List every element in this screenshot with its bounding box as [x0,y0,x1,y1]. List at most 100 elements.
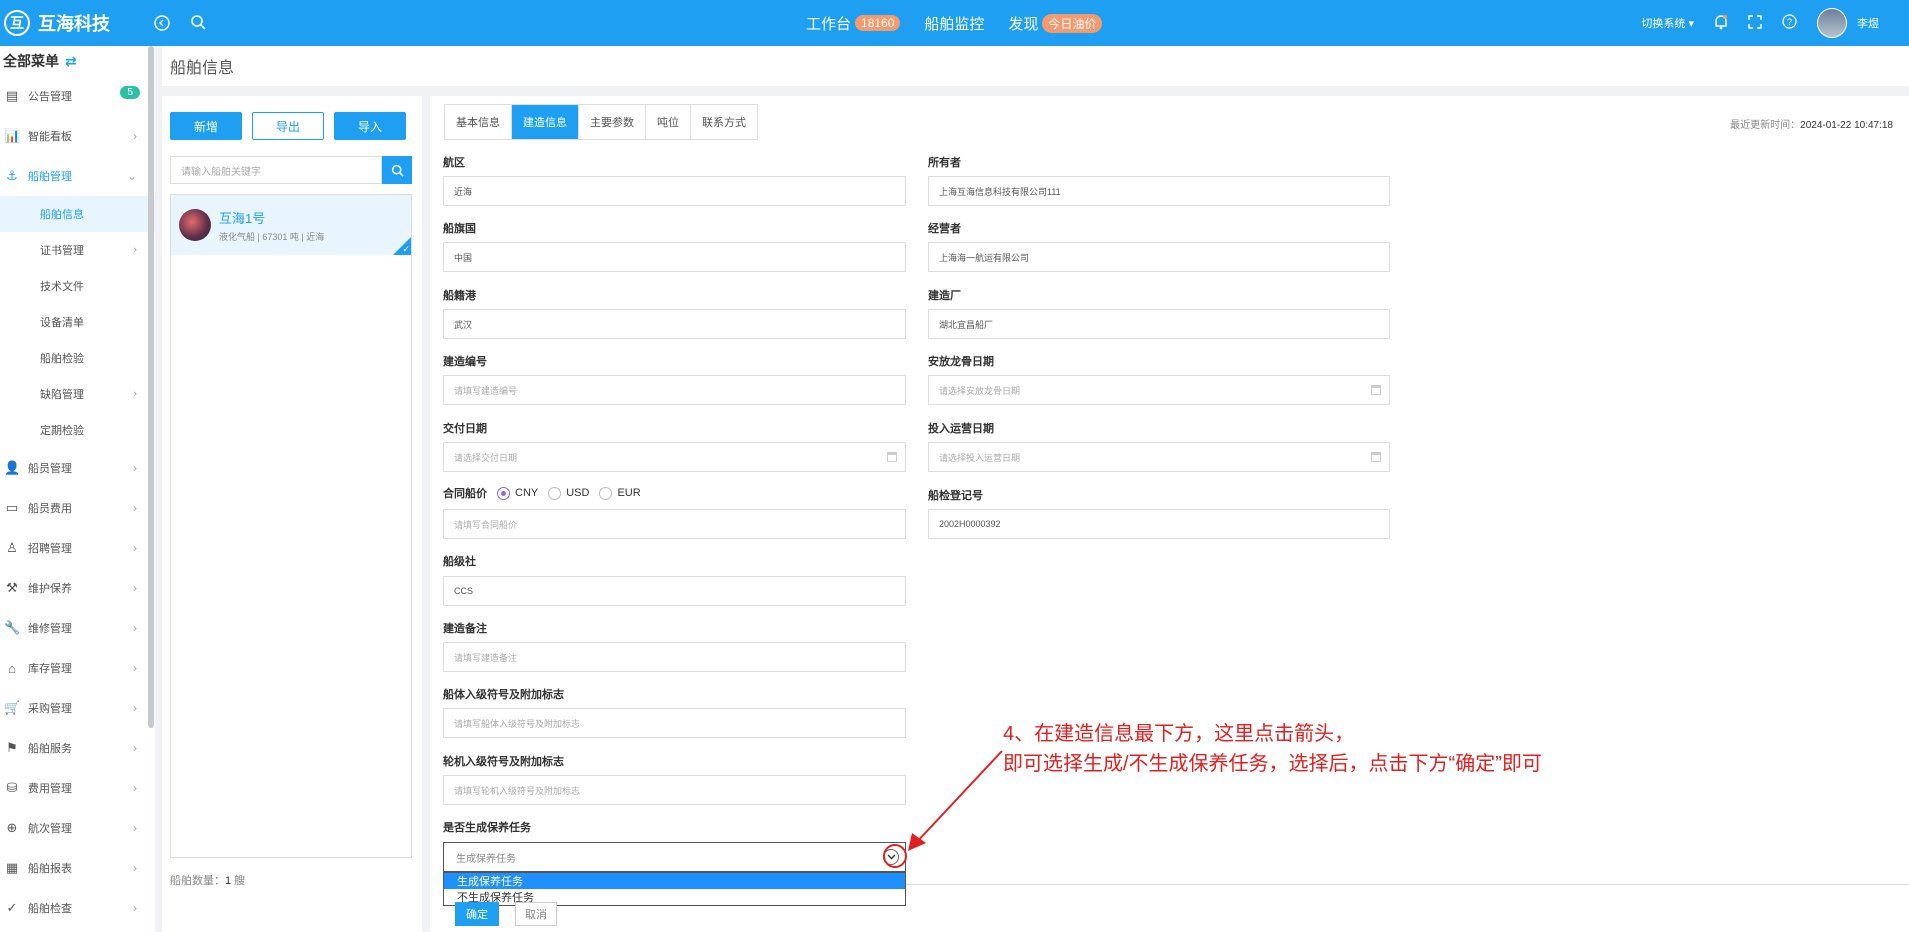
reg-number-field[interactable]: 2002H0000392 [928,509,1390,539]
add-button[interactable]: 新增 [170,112,242,140]
top-nav: 工作台 18160 船舶监控 发现 今日油价 [806,0,1103,46]
sidebar-sub-inspection[interactable]: 船舶检验 [0,340,155,376]
build-number-label: 建造编号 [443,356,487,368]
build-note-field[interactable]: 请填写建造备注 [443,642,906,672]
reg-number-label: 船检登记号 [928,490,983,502]
user-menu[interactable]: 李煜 [1817,8,1879,38]
sidebar-item-crew[interactable]: 👤 船员管理 › [0,448,155,488]
sidebar-item-report[interactable]: ▦ 船舶报表 › [0,848,155,888]
ship-desc: 液化气船 | 67301 吨 | 近海 [219,231,325,242]
tab-tonnage[interactable]: 吨位 [646,105,691,139]
sidebar-item-ship-management[interactable]: ⚓ 船舶管理 ⌄ [0,156,155,196]
keel-date-field[interactable]: 请选择安放龙骨日期 [928,375,1390,405]
owner-label: 所有者 [928,157,961,169]
radio-cny[interactable]: CNY [497,486,538,500]
class-society-field[interactable]: CCS [443,576,906,606]
wallet-icon: ▭ [5,500,19,515]
sidebar-item-inventory[interactable]: ⌂ 库存管理 › [0,648,155,688]
nav-discover[interactable]: 发现 今日油价 [1008,13,1103,34]
hull-class-field[interactable]: 请填写船体入级符号及附加标志 [443,708,906,738]
sidebar-sub-tech-docs[interactable]: 技术文件 [0,268,155,304]
export-button[interactable]: 导出 [252,112,324,140]
price-row: 合同船价 CNY USD EUR [443,485,641,501]
sidebar-sub-defects[interactable]: 缺陷管理 › [0,376,155,412]
cancel-button[interactable]: 取消 [515,902,557,926]
ship-card[interactable]: 互海1号 液化气船 | 67301 吨 | 近海 ✓ [171,195,411,255]
calendar-icon [1371,452,1381,462]
sidebar-item-dashboard[interactable]: 📊 智能看板 › [0,116,155,156]
sidebar-title: 全部菜单 ⇄ [0,46,155,76]
sidebar-item-label: 船舶报表 [28,863,72,875]
nav-ship-monitor[interactable]: 船舶监控 [924,13,984,34]
sidebar-item-purchase[interactable]: 🛒 采购管理 › [0,688,155,728]
globe-icon: ⊕ [6,820,18,835]
logo[interactable]: 互 互海科技 [0,10,150,36]
search-button[interactable] [382,156,412,184]
confirm-button[interactable]: 确定 [455,902,499,926]
build-number-field[interactable]: 请填写建造编号 [443,375,906,405]
page-title: 船舶信息 [162,46,1909,86]
search-icon[interactable] [188,12,208,32]
sidebar-sub-certificates[interactable]: 证书管理 › [0,232,155,268]
chevron-right-icon: › [133,129,137,143]
avatar [1817,8,1847,38]
tab-main-params[interactable]: 主要参数 [579,105,646,139]
user-name: 李煜 [1857,18,1879,30]
nav-workbench[interactable]: 工作台 18160 [806,13,901,34]
fullscreen-icon[interactable] [1748,14,1762,32]
sidebar-item-repair[interactable]: 🔧 维修管理 › [0,608,155,648]
area-field[interactable]: 近海 [443,176,906,206]
tab-contact[interactable]: 联系方式 [691,105,757,139]
warehouse-icon: ⌂ [8,660,16,676]
sidebar-item-maintenance[interactable]: ⚒ 维护保养 › [0,568,155,608]
option-generate[interactable]: 生成保养任务 [444,873,905,889]
sidebar-item-voyage[interactable]: ⊕ 航次管理 › [0,808,155,848]
sidebar-title-label: 全部菜单 [3,53,59,69]
bell-icon[interactable] [1714,14,1728,33]
nav-workbench-label: 工作台 [806,15,852,33]
sidebar-item-label: 公告管理 [28,91,72,103]
radio-dot [599,486,613,500]
sidebar-item-notice[interactable]: ▤ 公告管理 5 [0,76,155,116]
top-bar: 互 互海科技 工作台 18160 船舶监控 发现 今日油价 切换系统 ▾ ? 李煜 [0,0,1909,46]
ship-search-input[interactable]: 请输入船舶关键字 [170,156,382,184]
sidebar-sub-label: 设备清单 [40,317,84,329]
engine-class-field[interactable]: 请填写轮机入级符号及附加标志 [443,775,906,805]
chevron-right-icon: › [133,781,137,795]
tab-basic-info[interactable]: 基本信息 [445,105,512,139]
sidebar-item-expense[interactable]: ⛁ 费用管理 › [0,768,155,808]
sidebar-scrollbar[interactable] [148,46,154,728]
sidebar-sub-equipment[interactable]: 设备清单 [0,304,155,340]
back-icon[interactable] [152,13,172,33]
chevron-right-icon: › [133,661,137,675]
radio-usd[interactable]: USD [548,486,589,500]
area-label: 航区 [443,157,465,169]
service-date-field[interactable]: 请选择投入运营日期 [928,442,1390,472]
flag-field[interactable]: 中国 [443,242,906,272]
sidebar-item-ship-service[interactable]: ⚑ 船舶服务 › [0,728,155,768]
sidebar-item-crew-cost[interactable]: ▭ 船员费用 › [0,488,155,528]
sidebar-sub-label: 技术文件 [40,281,84,293]
search-icon [391,164,404,177]
sidebar-item-ship-check[interactable]: ✓ 船舶检查 › [0,888,155,928]
maintenance-select[interactable]: 生成保养任务 [443,842,906,872]
sidebar-sub-ship-info[interactable]: 船舶信息 [0,196,155,232]
builder-field[interactable]: 湖北宜昌船厂 [928,309,1390,339]
radio-eur[interactable]: EUR [599,486,641,500]
option-not-generate[interactable]: 不生成保养任务 [444,889,905,905]
price-field[interactable]: 请填写合同船价 [443,509,906,539]
import-button[interactable]: 导入 [334,112,406,140]
port-field[interactable]: 武汉 [443,309,906,339]
tab-bar: 基本信息 建造信息 主要参数 吨位 联系方式 [444,104,758,140]
switch-system[interactable]: 切换系统 ▾ [1641,15,1694,31]
sidebar-item-recruit[interactable]: ♙ 招聘管理 › [0,528,155,568]
last-updated-label: 最近更新时间： [1730,120,1801,131]
sidebar-sub-periodic[interactable]: 定期检验 [0,412,155,448]
tab-build-info[interactable]: 建造信息 [512,105,579,139]
swap-icon[interactable]: ⇄ [65,53,77,70]
delivery-date-field[interactable]: 请选择交付日期 [443,442,906,472]
ship-list: 互海1号 液化气船 | 67301 吨 | 近海 ✓ [170,194,412,858]
help-icon[interactable]: ? [1782,14,1797,32]
owner-field[interactable]: 上海互海信息科技有限公司111 [928,176,1390,206]
operator-field[interactable]: 上海海一航运有限公司 [928,242,1390,272]
